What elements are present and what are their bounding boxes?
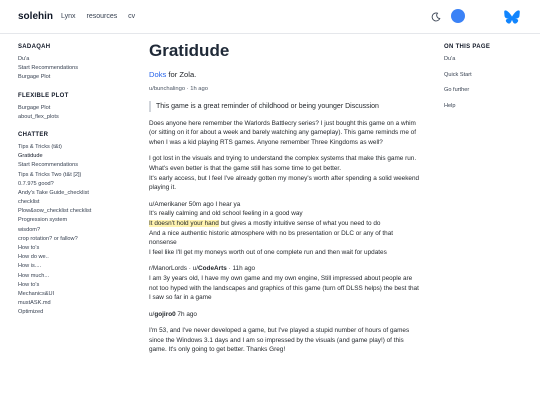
post-paragraph: I got lost in the visuals and trying to … (149, 154, 421, 192)
site-brand[interactable]: solehin (18, 11, 53, 22)
table-of-contents: ON THIS PAGE Du'a Quick Start Go further… (444, 44, 534, 118)
sidebar-item[interactable]: How much... (18, 272, 126, 281)
comment-text: And a nice authentic historic atmosphere… (149, 229, 394, 247)
comment: r/ManorLords · u/CodeArts · 11h ago I am… (149, 264, 421, 302)
comment-text: It's really calming and old school feeli… (149, 210, 303, 218)
toc-heading: ON THIS PAGE (444, 44, 491, 50)
bluesky-icon[interactable] (504, 10, 520, 24)
nav-link-lynx[interactable]: Lynx (61, 13, 76, 20)
sidebar-item[interactable]: Plow&sow_checklist checklist (18, 207, 126, 216)
main-content: Gratidude Doks for Zola. u/bunchalingo ·… (149, 40, 421, 355)
comment-meta: r/ManorLords · u/CodeArts · 11h ago (149, 265, 255, 272)
doks-link[interactable]: Doks (149, 70, 166, 79)
post-paragraph: Does anyone here remember the Warlords B… (149, 119, 417, 146)
comment-text: I feel like I'll get my moneys worth out… (149, 248, 387, 256)
comment-meta-suffix: 7h ago (175, 310, 197, 318)
sidebar-item-burgage-plot[interactable]: Burgage Plot (18, 73, 126, 82)
lede-text: for Zola. (166, 70, 197, 79)
sidebar-heading: CHATTER (18, 131, 49, 138)
sidebar-item[interactable]: How to's (18, 281, 126, 290)
sidebar-section-chatter: CHATTER Tips & Tricks (t&t) Gratidude St… (18, 132, 126, 318)
sidebar-item[interactable]: Optimized (18, 308, 126, 317)
post-title-quote: This game is a great reminder of childho… (149, 100, 421, 112)
highlighted-text: It doesn't hold your hand (149, 219, 219, 227)
comment-text: I am 3y years old, I have my own game an… (149, 274, 419, 302)
sidebar-item[interactable]: Progression system (18, 216, 126, 225)
comment: u/Amerikaner 50m ago I hear ya It's real… (149, 200, 421, 258)
top-nav: Lynx resources cv (61, 13, 144, 20)
toc-item-help[interactable]: Help (444, 103, 534, 109)
sidebar-item-dua[interactable]: Du'a (18, 55, 126, 64)
page-title: Gratidude (149, 41, 230, 60)
toc-item-go-further[interactable]: Go further (444, 87, 534, 93)
sidebar-item-gratidude[interactable]: Gratidude (18, 152, 126, 161)
comment: u/gojiro0 7h ago (149, 310, 421, 320)
post-meta: u/bunchalingo · 1h ago (149, 86, 208, 92)
comment-text: but gives a mostly intuitive sense of wh… (218, 219, 381, 227)
post-text: I got lost in the visuals and trying to … (149, 155, 417, 172)
comment-meta-prefix: r/ManorLords · u/ (149, 265, 199, 273)
toc-item-dua[interactable]: Du'a (444, 56, 534, 62)
page-lede: Doks for Zola. (149, 69, 421, 80)
sidebar-item-burgage-plot[interactable]: Burgage Plot (18, 104, 126, 113)
sidebar-item-start-recommendations[interactable]: Start Recommendations (18, 64, 126, 73)
comment-meta: u/Amerikaner 50m ago I hear ya (149, 200, 241, 208)
nav-link-cv[interactable]: cv (128, 13, 135, 20)
toc-item-quick-start[interactable]: Quick Start (444, 72, 534, 78)
sidebar-item[interactable]: wisdom? (18, 226, 126, 235)
sidebar-item[interactable]: Tips & Tricks (t&t) (18, 143, 126, 152)
comment-meta: u/gojiro0 7h ago (149, 311, 197, 318)
sidebar-heading: SADAQAH (18, 44, 51, 50)
nav-link-resources[interactable]: resources (86, 13, 117, 20)
post-text: It's early access, but I feel I've alrea… (149, 174, 420, 192)
sidebar-item[interactable]: Mechanics&UI (18, 290, 126, 299)
comment-text: I'm 53, and I've never developed a game,… (149, 327, 410, 354)
sidebar-item[interactable]: crop rotation? or fallow? (18, 235, 126, 244)
sidebar-item[interactable]: checklist (18, 198, 126, 207)
sidebar-section-sadaqah: SADAQAH Du'a Start Recommendations Burga… (18, 44, 126, 83)
sidebar-item[interactable]: How to's (18, 244, 126, 253)
comment-author[interactable]: gojiro0 (154, 311, 175, 318)
theme-toggle-icon[interactable] (431, 12, 441, 22)
sidebar-item[interactable]: How do we.. (18, 253, 126, 262)
sidebar-heading: FLEXIBLE PLOT (18, 92, 69, 99)
comment-author[interactable]: CodeArts (198, 265, 227, 272)
sidebar-item[interactable]: mustASK.md (18, 299, 126, 308)
top-navbar: solehin Lynx resources cv (0, 0, 540, 34)
sidebar-item-about-flex-plots[interactable]: about_flex_plots (18, 113, 126, 122)
sidebar-item[interactable]: 0.7.975 good? (18, 180, 126, 189)
search-icon[interactable] (451, 9, 465, 23)
sidebar-item[interactable]: Andy's Take Guide_checklist (18, 189, 126, 198)
sidebar-item[interactable]: Start Recommendations (18, 161, 126, 170)
left-sidebar: SADAQAH Du'a Start Recommendations Burga… (18, 44, 126, 328)
comment-meta-suffix: · 11h ago (226, 265, 256, 273)
sidebar-item[interactable]: Tips & Tricks Two (t&t [2]) (18, 171, 126, 180)
sidebar-item[interactable]: How is.... (18, 262, 126, 271)
sidebar-section-flexible-plot: FLEXIBLE PLOT Burgage Plot about_flex_pl… (18, 93, 126, 122)
